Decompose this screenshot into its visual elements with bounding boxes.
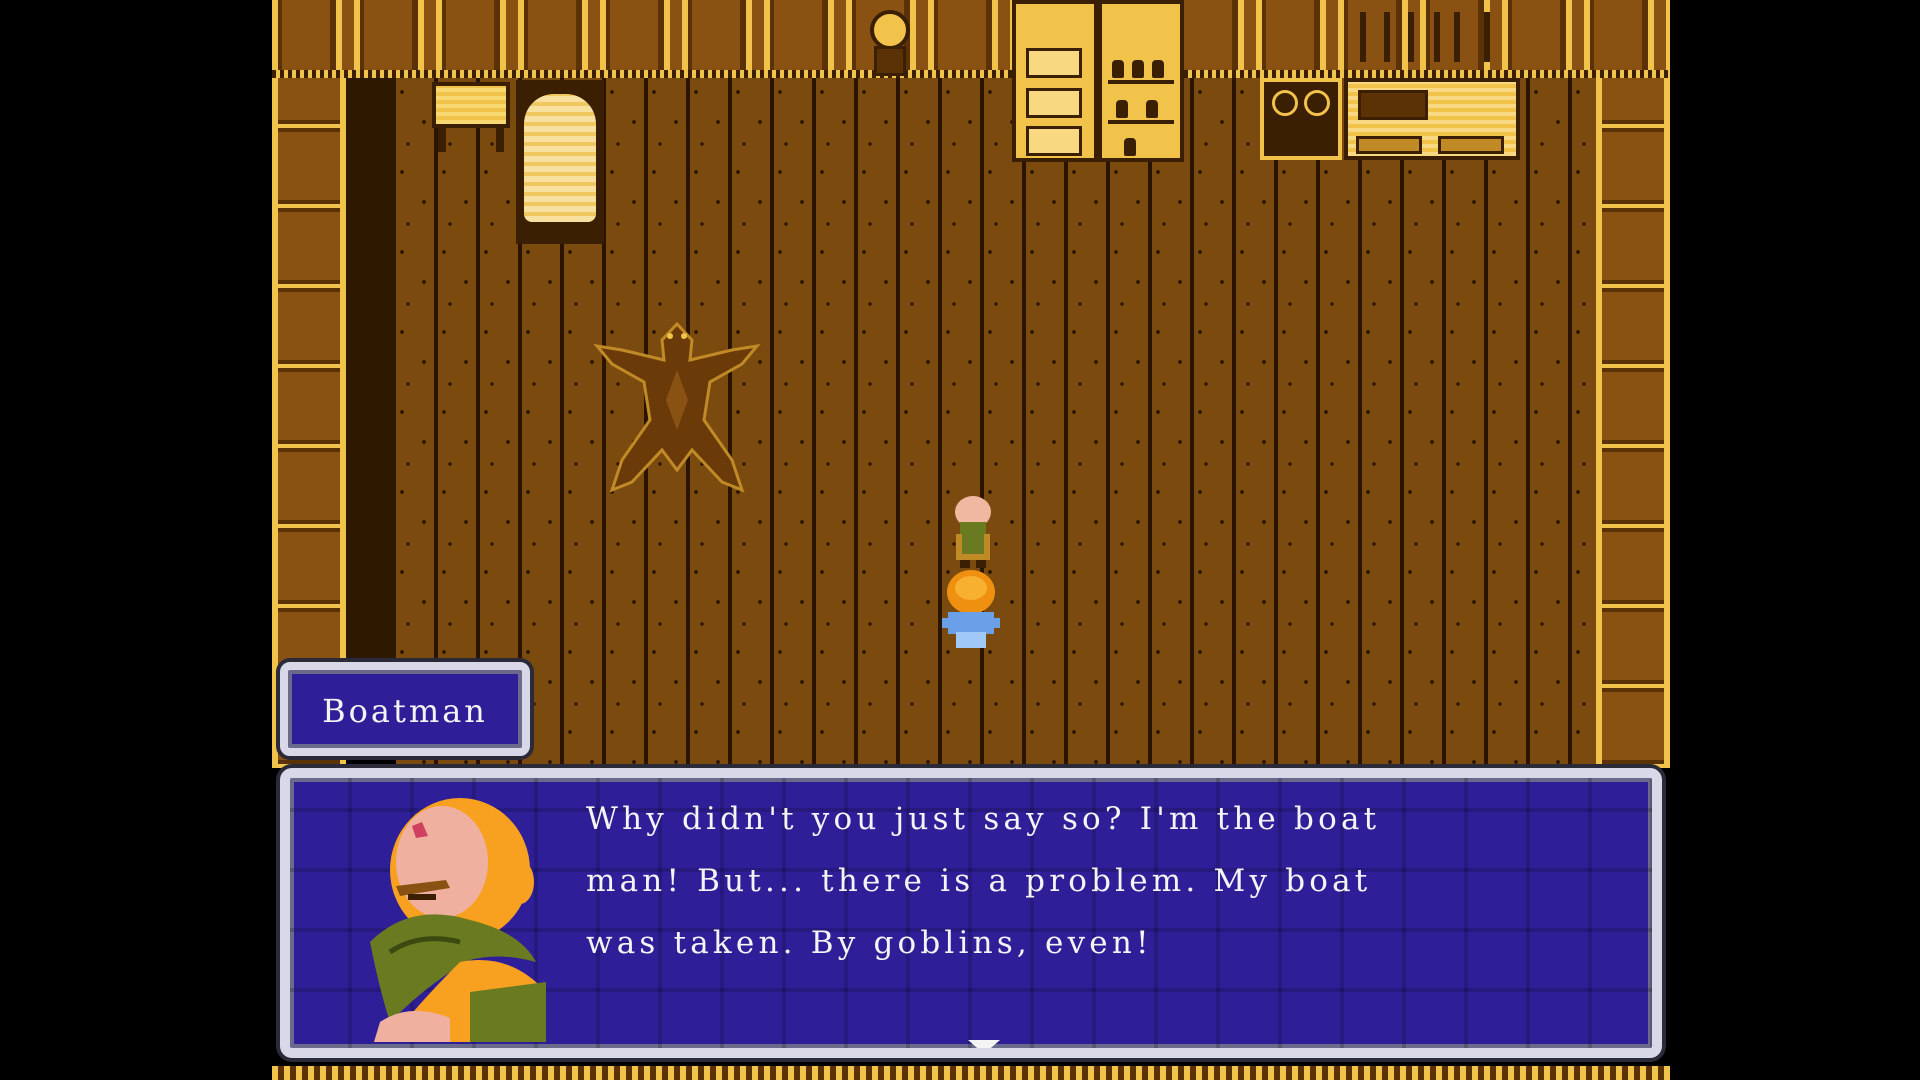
dialog-line-2: man! But... there is a problem. My boat [586, 863, 1372, 899]
pantry-shelf [1098, 0, 1184, 162]
wall-shadow [346, 78, 396, 658]
game-screen: Boatman Why didn't you just say so? I'm … [272, 0, 1670, 1080]
side-table [432, 82, 510, 152]
dialog-line-3: was taken. By goblins, even! [586, 925, 1153, 961]
speaker-name-box: Boatman [280, 662, 530, 756]
speaker-name: Boatman [322, 692, 488, 730]
bottom-border [272, 1066, 1670, 1080]
boatman-sprite [955, 496, 991, 568]
wall-clock [860, 0, 920, 78]
bed [516, 80, 604, 244]
hero-sprite [942, 570, 1000, 648]
dialog-text: Why didn't you just say so? I'm the boat… [586, 788, 1646, 974]
right-wall [1596, 78, 1670, 768]
dialog-line-1: Why didn't you just say so? I'm the boat [586, 801, 1381, 837]
chest-of-drawers [1012, 0, 1098, 162]
hanging-utensils [1344, 4, 1520, 76]
dialog-box[interactable]: Why didn't you just say so? I'm the boat… [280, 768, 1662, 1058]
down-triangle-icon[interactable] [968, 1040, 1000, 1048]
kitchen-counter [1344, 78, 1520, 160]
bearskin-rug [593, 321, 761, 493]
stove [1260, 78, 1342, 160]
boatman-portrait [370, 798, 546, 1042]
